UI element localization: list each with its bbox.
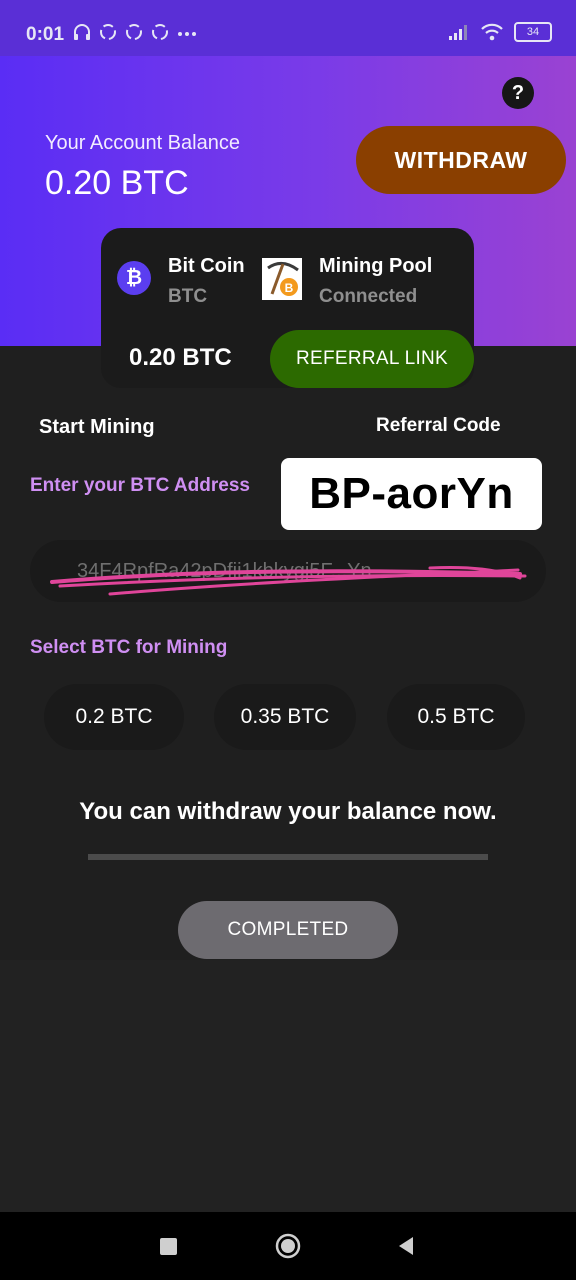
card-balance: 0.20 BTC (129, 344, 232, 371)
balance-value: 0.20 BTC (45, 164, 189, 202)
mining-card: ₿ Bit Coin BTC B Mining Pool Connected 0… (101, 228, 474, 388)
wifi-icon (481, 23, 503, 41)
battery-indicator: 34 (514, 22, 552, 42)
referral-link-button[interactable]: REFERRAL LINK (270, 330, 474, 388)
back-icon[interactable] (396, 1236, 416, 1256)
help-button[interactable]: ? (502, 77, 534, 109)
withdraw-button[interactable]: WITHDRAW (356, 126, 566, 194)
amount-option-0-5[interactable]: 0.5 BTC (387, 684, 525, 750)
svg-text:B: B (285, 281, 294, 295)
empty-area (0, 960, 576, 1212)
start-mining-label[interactable]: Start Mining (39, 416, 155, 439)
system-icons: 34 (448, 22, 552, 42)
referral-code-box: BP-aorYn (281, 458, 542, 530)
coin-name: Bit Coin (168, 255, 245, 277)
signal-icon (449, 25, 467, 40)
sync-icon (126, 24, 142, 40)
sync-icon (152, 24, 168, 40)
mining-progress-fill (88, 854, 488, 860)
more-dots-icon (178, 32, 196, 36)
status-bar: 0:01 34 (0, 0, 576, 56)
pool-name: Mining Pool (319, 255, 433, 277)
status-time: 0:01 (26, 24, 65, 45)
pickaxe-icon: B (262, 258, 302, 300)
app-screen: 0:01 34 ? Your Account Balance 0.20 BTC … (0, 0, 576, 1280)
system-nav-bar (0, 1212, 576, 1280)
referral-code-label: Referral Code (376, 415, 501, 436)
withdraw-status-message: You can withdraw your balance now. (79, 798, 497, 825)
select-btc-label: Select BTC for Mining (30, 637, 228, 658)
notification-icons (72, 22, 198, 42)
headphones-icon (74, 24, 90, 40)
pool-status: Connected (319, 286, 418, 307)
coin-symbol: BTC (168, 286, 208, 307)
btc-address-input[interactable] (30, 540, 546, 602)
balance-label: Your Account Balance (45, 132, 240, 154)
home-icon[interactable] (275, 1233, 301, 1259)
btc-address-label: Enter your BTC Address (30, 475, 250, 496)
mining-progress-bar (88, 854, 488, 860)
amount-option-0-2[interactable]: 0.2 BTC (44, 684, 184, 750)
bitcoin-icon: ₿ (117, 261, 151, 295)
completed-button[interactable]: COMPLETED (178, 901, 398, 959)
recent-apps-icon[interactable] (160, 1238, 177, 1255)
sync-icon (100, 24, 116, 40)
amount-option-0-35[interactable]: 0.35 BTC (214, 684, 356, 750)
